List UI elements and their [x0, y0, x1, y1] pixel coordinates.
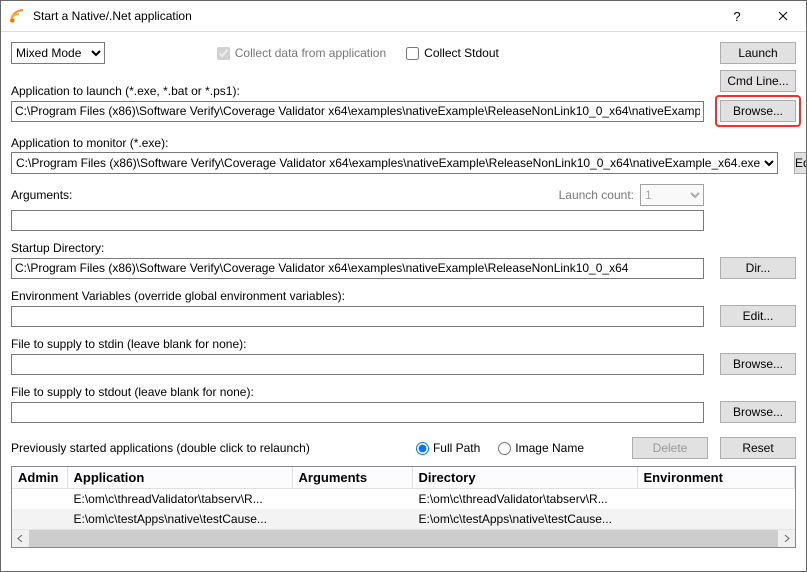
stdin-file-input[interactable] [11, 354, 704, 375]
prev-apps-label: Previously started applications (double … [11, 441, 310, 455]
col-admin[interactable]: Admin [12, 467, 67, 489]
mode-select[interactable]: Mixed Mode [11, 42, 105, 64]
table-row[interactable]: E:\om\c\threadValidator\tabserv\R... E:\… [12, 489, 795, 510]
col-application[interactable]: Application [67, 467, 292, 489]
full-path-radio[interactable]: Full Path [416, 441, 480, 455]
scroll-left-icon[interactable] [12, 530, 29, 547]
stdout-file-input[interactable] [11, 402, 704, 423]
browse-highlight: Browse... [720, 100, 796, 122]
browse-stdout-button[interactable]: Browse... [720, 401, 796, 423]
titlebar: Start a Native/.Net application ? [1, 1, 806, 32]
stdout-file-label: File to supply to stdout (leave blank fo… [11, 385, 796, 399]
table-row[interactable]: E:\om\c\testApps\native\testCause... E:\… [12, 509, 795, 529]
scroll-right-icon[interactable] [778, 530, 795, 547]
env-vars-input[interactable] [11, 306, 704, 327]
edit-monitor-button[interactable]: Edit... [794, 152, 806, 174]
app-to-launch-label: Application to launch (*.exe, *.bat or *… [11, 84, 796, 98]
launch-button[interactable]: Launch [720, 42, 796, 64]
delete-button[interactable]: Delete [632, 437, 708, 459]
collect-data-checkbox[interactable]: Collect data from application [217, 46, 386, 60]
start-native-dotnet-dialog: Start a Native/.Net application ? Mixed … [0, 0, 807, 572]
dialog-client: Mixed Mode Collect data from application… [1, 32, 806, 571]
arguments-input[interactable] [11, 210, 704, 231]
startup-dir-input[interactable] [11, 258, 704, 279]
reset-button[interactable]: Reset [720, 437, 796, 459]
col-environment[interactable]: Environment [637, 467, 795, 489]
horizontal-scrollbar[interactable] [12, 529, 795, 547]
app-to-monitor-label: Application to monitor (*.exe): [11, 136, 796, 150]
app-icon [9, 8, 25, 24]
col-arguments[interactable]: Arguments [292, 467, 412, 489]
startup-dir-label: Startup Directory: [11, 241, 796, 255]
arguments-label: Arguments: [11, 188, 72, 202]
prev-apps-table[interactable]: Admin Application Arguments Directory En… [11, 466, 796, 548]
browse-app-button[interactable]: Browse... [720, 100, 796, 122]
window-title: Start a Native/.Net application [33, 9, 714, 23]
edit-env-button[interactable]: Edit... [720, 305, 796, 327]
dir-button[interactable]: Dir... [720, 257, 796, 279]
browse-stdin-button[interactable]: Browse... [720, 353, 796, 375]
stdin-file-label: File to supply to stdin (leave blank for… [11, 337, 796, 351]
close-button[interactable] [760, 1, 806, 31]
env-vars-label: Environment Variables (override global e… [11, 289, 796, 303]
image-name-radio[interactable]: Image Name [498, 441, 584, 455]
launch-count-select[interactable]: 1 [640, 184, 704, 206]
app-to-launch-input[interactable] [11, 101, 704, 122]
collect-stdout-checkbox[interactable]: Collect Stdout [406, 46, 499, 60]
help-button[interactable]: ? [714, 1, 760, 31]
app-to-monitor-select[interactable]: C:\Program Files (x86)\Software Verify\C… [11, 152, 778, 174]
launch-count-label: Launch count: [559, 188, 634, 202]
col-directory[interactable]: Directory [412, 467, 637, 489]
